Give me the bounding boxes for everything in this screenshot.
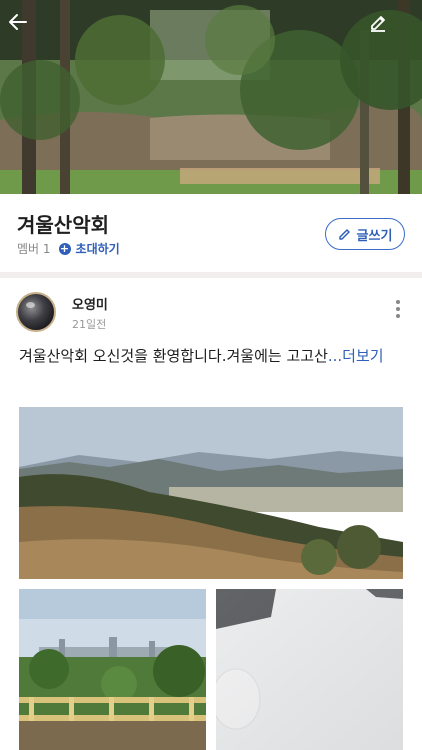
cover-forest-image <box>0 0 422 194</box>
more-vertical-icon <box>396 300 400 304</box>
table-surface-image <box>216 589 403 750</box>
invite-button[interactable]: + 초대하기 <box>58 240 120 257</box>
invite-label: 초대하기 <box>75 242 120 256</box>
arrow-left-icon <box>9 14 27 30</box>
city-view-image <box>19 589 206 750</box>
pencil-icon <box>371 16 385 32</box>
read-more-link[interactable]: ...더보기 <box>328 347 384 365</box>
post-photo-table[interactable] <box>216 589 403 750</box>
post-author[interactable]: 오영미 <box>72 294 108 313</box>
post-photo-city[interactable] <box>19 589 206 750</box>
write-label: 글쓰기 <box>356 228 393 244</box>
post-date: 21일전 <box>72 318 107 331</box>
more-dot <box>396 314 400 318</box>
post-photo-mountain[interactable] <box>19 407 403 579</box>
more-options-button[interactable] <box>392 298 404 322</box>
group-title: 겨울산악회 <box>17 213 109 237</box>
pencil-icon <box>338 229 350 240</box>
cover-photo <box>0 0 422 194</box>
mountain-landscape-image <box>19 407 403 579</box>
more-dot <box>396 307 400 311</box>
plus-circle-icon: + <box>58 241 71 255</box>
post-header: 오영미 21일전 <box>0 278 422 342</box>
avatar[interactable] <box>16 292 56 332</box>
back-button[interactable] <box>8 12 42 46</box>
group-meta: 멤버 1 + 초대하기 <box>17 240 120 257</box>
post-body[interactable]: 겨울산악회 오신것을 환영합니다.겨울에는 고고산...더보기 <box>19 345 404 367</box>
group-info: 겨울산악회 멤버 1 + 초대하기 글쓰기 <box>0 194 422 272</box>
edit-cover-button[interactable] <box>368 12 402 46</box>
member-count: 멤버 1 <box>17 242 51 256</box>
write-post-button[interactable]: 글쓰기 <box>325 218 405 250</box>
post-text: 겨울산악회 오신것을 환영합니다.겨울에는 고고산 <box>19 347 328 365</box>
